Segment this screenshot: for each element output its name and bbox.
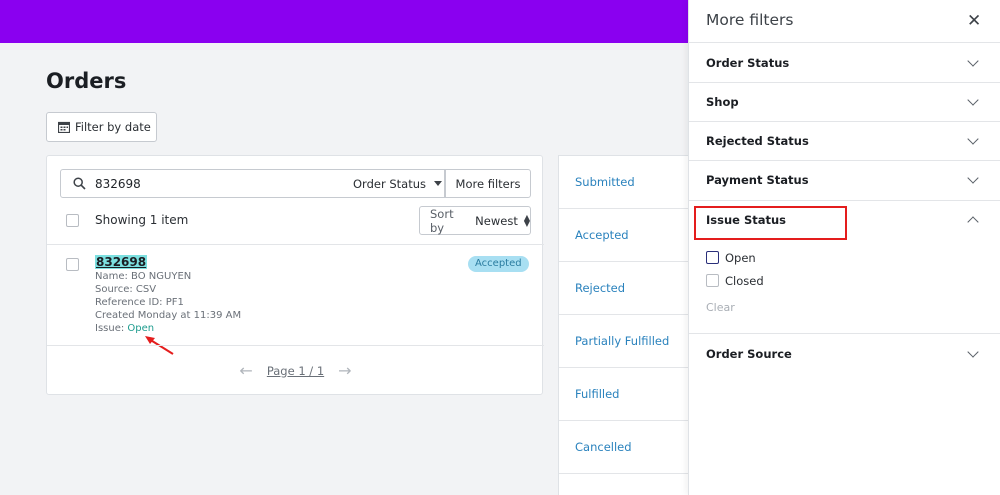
page-title: Orders (46, 69, 127, 93)
order-issue: Issue: Open (95, 323, 154, 334)
chevron-down-icon[interactable] (967, 55, 979, 67)
drawer-title: More filters (706, 11, 794, 29)
closed-checkbox[interactable] (706, 274, 719, 287)
filter-by-date-button[interactable]: Filter by date (46, 112, 157, 142)
status-item-rejected[interactable]: Rejected (575, 281, 625, 295)
divider (689, 160, 1000, 161)
section-shop[interactable]: Shop (706, 95, 739, 109)
showing-count: Showing 1 item (95, 213, 189, 227)
select-all-checkbox[interactable] (66, 214, 79, 227)
calendar-icon (58, 121, 70, 133)
divider (559, 208, 699, 209)
chevron-up-icon[interactable] (967, 216, 979, 228)
order-row-checkbox[interactable] (66, 258, 79, 271)
chevron-down-icon[interactable] (967, 172, 979, 184)
status-list: Submitted Accepted Rejected Partially Fu… (558, 155, 699, 495)
status-item-cancelled[interactable]: Cancelled (575, 440, 632, 454)
more-filters-label: More filters (455, 176, 521, 191)
closed-option-label[interactable]: Closed (725, 274, 764, 288)
order-id-link[interactable]: 832698 (95, 255, 148, 269)
search-icon (73, 177, 86, 190)
annotation-highlight-box (694, 206, 847, 240)
filter-by-date-label: Filter by date (75, 120, 151, 134)
search-value: 832698 (95, 176, 141, 191)
divider (47, 244, 544, 245)
close-icon[interactable]: ✕ (967, 11, 981, 31)
divider (559, 314, 699, 315)
annotation-arrow (145, 336, 174, 355)
status-item-accepted[interactable]: Accepted (575, 228, 629, 242)
search-input[interactable]: 832698 ✕ (60, 169, 387, 198)
clear-link[interactable]: Clear (706, 301, 735, 314)
status-item-fulfilled[interactable]: Fulfilled (575, 387, 619, 401)
prev-page-icon[interactable]: ← (239, 361, 252, 380)
status-badge: Accepted (468, 256, 529, 272)
divider (689, 82, 1000, 83)
orders-panel: 832698 ✕ Order Status More filters Showi… (46, 155, 544, 395)
sort-prefix: Sort by (430, 206, 454, 235)
divider (559, 473, 699, 474)
section-order-source[interactable]: Order Source (706, 347, 792, 361)
chevron-down-icon[interactable] (967, 133, 979, 145)
divider (47, 345, 544, 346)
pagination: ← Page 1 / 1 → (47, 361, 544, 380)
order-issue-link[interactable]: Open (127, 323, 154, 334)
divider (689, 200, 1000, 201)
order-status-label: Order Status (353, 176, 426, 191)
divider (559, 367, 699, 368)
next-page-icon[interactable]: → (338, 361, 351, 380)
section-rejected-status[interactable]: Rejected Status (706, 134, 809, 148)
caret-down-icon (433, 181, 442, 186)
sort-value: Newest (475, 213, 518, 228)
order-reference-id: Reference ID: PF1 (95, 297, 184, 308)
divider (559, 261, 699, 262)
chevron-down-icon[interactable] (967, 346, 979, 358)
section-payment-status[interactable]: Payment Status (706, 173, 809, 187)
more-filters-drawer: More filters ✕ Order Status Shop Rejecte… (688, 0, 1000, 495)
order-source: Source: CSV (95, 284, 157, 295)
sort-arrows-icon: ▲ ▼ (523, 212, 530, 228)
chevron-down-icon[interactable] (967, 94, 979, 106)
divider (689, 42, 1000, 43)
divider (689, 333, 1000, 334)
order-status-dropdown[interactable]: Order Status (341, 169, 445, 198)
status-item-partially-fulfilled[interactable]: Partially Fulfilled (575, 334, 669, 348)
open-option-label[interactable]: Open (725, 251, 756, 265)
divider (689, 121, 1000, 122)
divider (559, 420, 699, 421)
more-filters-button[interactable]: More filters (445, 169, 531, 198)
order-created: Created Monday at 11:39 AM (95, 310, 242, 321)
open-checkbox[interactable] (706, 251, 719, 264)
order-issue-prefix: Issue: (95, 323, 125, 334)
section-order-status[interactable]: Order Status (706, 56, 789, 70)
page-indicator[interactable]: Page 1 / 1 (267, 364, 324, 378)
sort-dropdown[interactable]: Sort by Newest ▲ ▼ (419, 206, 531, 235)
status-item-submitted[interactable]: Submitted (575, 175, 635, 189)
order-customer-name: Name: BO NGUYEN (95, 271, 192, 282)
